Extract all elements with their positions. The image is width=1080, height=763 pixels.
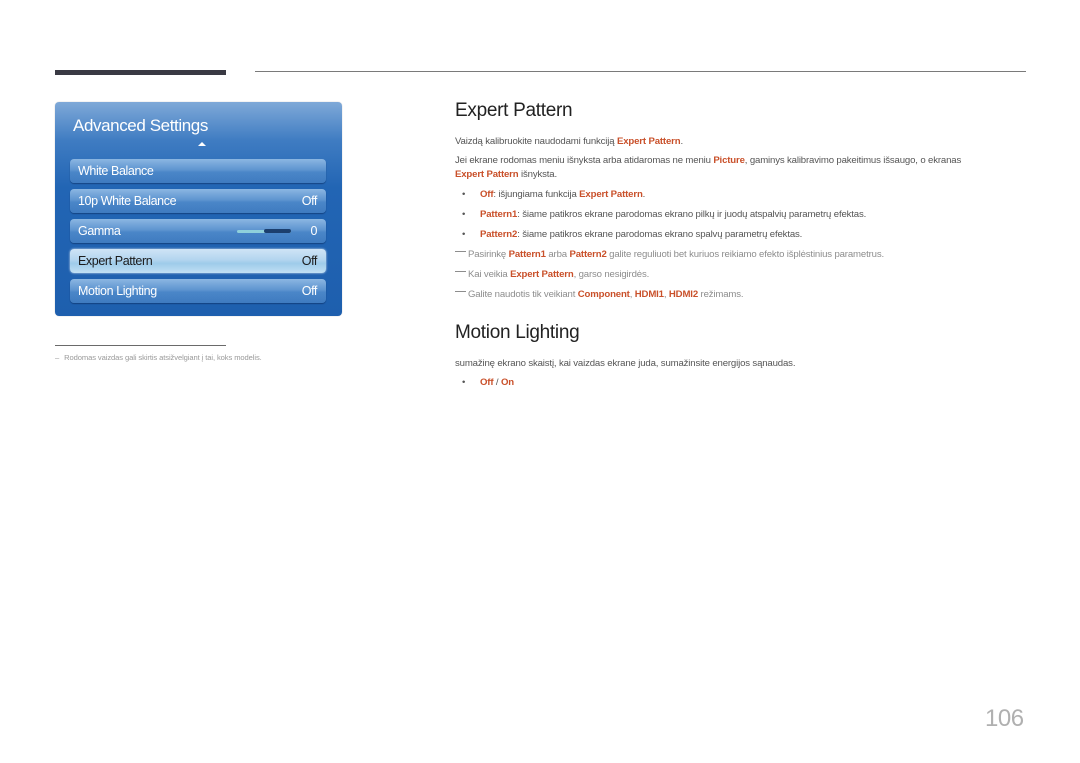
- text: išnyksta.: [518, 169, 557, 180]
- highlight-term: HDMI1: [634, 289, 664, 300]
- footnote-dash: –: [55, 353, 60, 362]
- note-pattern-adjust: Pasirinkę Pattern1 arba Pattern2 galite …: [455, 249, 884, 260]
- menu-title: Advanced Settings: [73, 116, 208, 135]
- section-heading-expert-pattern: Expert Pattern: [455, 100, 573, 121]
- gamma-slider[interactable]: [237, 229, 291, 233]
- highlight-term: Component: [577, 289, 630, 300]
- note-dash-icon: [455, 271, 466, 272]
- motion-lighting-description: sumažinę ekrano skaistį, kai vaizdas ekr…: [455, 358, 796, 369]
- menu-item-value: Off: [301, 254, 318, 268]
- menu-item-label: White Balance: [78, 164, 154, 178]
- note-dash-icon: [455, 251, 466, 252]
- highlight-term: Expert Pattern: [579, 189, 643, 200]
- menu-item-value: 0: [310, 224, 317, 238]
- text: arba: [545, 249, 570, 260]
- bullet-icon: •: [462, 229, 466, 240]
- note-input-modes: Galite naudotis tik veikiant Component, …: [455, 289, 744, 300]
- highlight-term: Expert Pattern: [455, 169, 519, 180]
- text: .: [642, 189, 646, 200]
- text: .: [680, 136, 683, 147]
- bullet-icon: •: [462, 189, 466, 200]
- text: Galite naudotis tik veikiant: [468, 289, 578, 300]
- menu-item-label: Motion Lighting: [78, 284, 157, 298]
- highlight-term: Pattern2: [480, 229, 518, 240]
- menu-item-value: Off: [301, 284, 318, 298]
- highlight-term: Pattern1: [508, 249, 546, 260]
- text: : išjungiama funkcija: [493, 189, 580, 200]
- expert-pattern-paragraph: Jei ekrane rodomas meniu išnyksta arba a…: [455, 154, 1015, 182]
- header-rule-thick: [55, 70, 226, 75]
- note-dash-icon: [455, 291, 466, 292]
- bullet-icon: •: [462, 209, 466, 220]
- text: : šiame patikros ekrane parodomas ekrano…: [517, 209, 867, 220]
- highlight-term: HDMI2: [668, 289, 699, 300]
- menu-item-gamma[interactable]: Gamma 0: [70, 219, 326, 243]
- highlight-term: Expert Pattern: [510, 269, 574, 280]
- text: režimams.: [698, 289, 744, 300]
- highlight-term: Pattern2: [569, 249, 607, 260]
- option-off: Off: [480, 377, 494, 388]
- menu-item-motion-lighting[interactable]: Motion Lighting Off: [70, 279, 326, 303]
- highlight-term: Expert Pattern: [616, 136, 681, 147]
- page-number: 106: [985, 705, 1024, 732]
- expert-pattern-intro: Vaizdą kalibruokite naudodami funkciją E…: [455, 135, 683, 149]
- menu-item-label: Gamma: [78, 224, 121, 238]
- header-rule-thin: [255, 71, 1026, 72]
- menu-item-expert-pattern[interactable]: Expert Pattern Off: [70, 249, 326, 273]
- text: /: [493, 377, 501, 388]
- highlight-term: Pattern1: [480, 209, 518, 220]
- advanced-settings-menu: Advanced Settings White Balance 10p Whit…: [55, 102, 342, 316]
- footnote-rule: [55, 345, 226, 346]
- menu-item-white-balance[interactable]: White Balance: [70, 159, 326, 183]
- menu-item-label: 10p White Balance: [78, 194, 177, 208]
- option-on: On: [500, 377, 514, 388]
- menu-item-value: Off: [301, 194, 318, 208]
- text: , garso nesigirdės.: [573, 269, 650, 280]
- section-heading-motion-lighting: Motion Lighting: [455, 322, 580, 343]
- scroll-up-arrow-icon: [198, 142, 206, 146]
- text: Kai veikia: [468, 269, 511, 280]
- text: Vaizdą kalibruokite naudodami funkciją: [455, 136, 617, 147]
- footnote: – Rodomas vaizdas gali skirtis atsižvelgi…: [55, 353, 262, 362]
- text: Pasirinkę: [468, 249, 509, 260]
- text: Jei ekrane rodomas meniu išnyksta arba a…: [455, 155, 714, 166]
- gamma-slider-fill: [264, 229, 291, 233]
- text: galite reguliuoti bet kuriuos reikiamo e…: [606, 249, 884, 260]
- menu-item-label: Expert Pattern: [78, 254, 153, 268]
- bullet-icon: •: [462, 377, 466, 388]
- text: : šiame patikros ekrane parodomas ekrano…: [517, 229, 803, 240]
- text: , gaminys kalibravimo pakeitimus išsaugo…: [744, 155, 962, 166]
- menu-item-10p-white-balance[interactable]: 10p White Balance Off: [70, 189, 326, 213]
- footnote-text: Rodomas vaizdas gali skirtis atsižvelgia…: [64, 353, 262, 362]
- highlight-term: Picture: [713, 155, 745, 166]
- note-no-sound: Kai veikia Expert Pattern, garso nesigir…: [455, 269, 649, 280]
- highlight-term: Off: [480, 189, 494, 200]
